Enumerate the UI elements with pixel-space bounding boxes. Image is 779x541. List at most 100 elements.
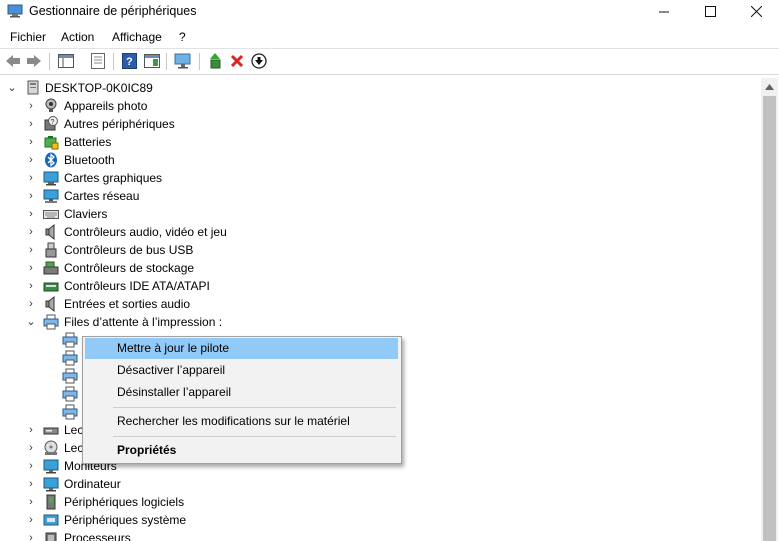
chevron-right-icon[interactable]: › (26, 169, 36, 187)
monitor-icon (43, 459, 59, 474)
update-driver-button[interactable] (206, 52, 224, 70)
menu-item-label: Mettre à jour le pilote (117, 341, 230, 355)
toolbar-separator (199, 53, 200, 70)
chevron-right-icon[interactable]: › (26, 133, 36, 151)
printer-icon (62, 368, 78, 384)
chevron-right-icon[interactable]: › (26, 115, 36, 133)
menu-help[interactable]: ? (179, 30, 186, 44)
minimize-button[interactable] (641, 0, 687, 22)
battery-icon (44, 136, 59, 150)
computer-monitor-icon (43, 477, 59, 492)
back-arrow-icon (6, 55, 20, 67)
menu-item-uninstall-device[interactable]: Désinstaller l’appareil (85, 382, 398, 403)
menu-fichier[interactable]: Fichier (10, 30, 46, 44)
close-icon (750, 5, 762, 17)
tree-item-peripheriques-logiciels[interactable]: › Périphériques logiciels (0, 493, 300, 511)
device-tree: ⌄ DESKTOP-0K0IC89 › Appareils photo › ? … (0, 78, 760, 541)
tree-item-files-attente-impression[interactable]: ⌄ Files d’attente à l’impression : (0, 313, 300, 331)
unknown-device-icon: ? (44, 116, 58, 131)
tree-item-batteries[interactable]: › Batteries (0, 133, 300, 151)
chevron-right-icon[interactable]: › (26, 295, 36, 313)
properties-button[interactable] (89, 52, 107, 70)
tree-item-processeurs[interactable]: › Processeurs (0, 529, 300, 541)
speaker-icon (45, 224, 55, 240)
chevron-right-icon[interactable]: › (26, 493, 36, 511)
window-title: Gestionnaire de périphériques (29, 4, 197, 18)
menu-item-disable-device[interactable]: Désactiver l’appareil (85, 360, 398, 381)
tree-item-label: Contrôleurs de bus USB (64, 243, 194, 257)
tree-item-label: Appareils photo (64, 99, 148, 113)
chevron-right-icon[interactable]: › (26, 529, 36, 541)
printer-icon (43, 314, 59, 330)
tree-item-bluetooth[interactable]: › Bluetooth (0, 151, 300, 169)
context-menu: Mettre à jour le pilote Désactiver l’app… (82, 336, 402, 464)
chevron-right-icon[interactable]: › (26, 151, 36, 169)
chevron-right-icon[interactable]: › (26, 421, 36, 439)
tree-item-appareils-photo[interactable]: › Appareils photo (0, 97, 300, 115)
tree-item-ordinateur[interactable]: › Ordinateur (0, 475, 300, 493)
chevron-right-icon[interactable]: › (26, 97, 36, 115)
tree-item-cartes-graphiques[interactable]: › Cartes graphiques (0, 169, 300, 187)
tree-item-label: Files d’attente à l’impression : (64, 315, 223, 329)
uninstall-device-button[interactable] (228, 52, 246, 70)
menu-item-properties[interactable]: Propriétés (85, 440, 398, 461)
tree-item-peripheriques-systeme[interactable]: › Périphériques système (0, 511, 300, 529)
maximize-button[interactable] (687, 0, 733, 22)
scan-hardware-button[interactable] (174, 52, 192, 70)
toolbar-separator (49, 53, 50, 70)
toolbar-separator (166, 53, 167, 70)
chevron-right-icon[interactable]: › (26, 439, 36, 457)
tree-item-claviers[interactable]: › Claviers (0, 205, 300, 223)
tree-item-label: Ordinateur (64, 477, 121, 491)
dvd-drive-icon (44, 440, 58, 455)
tree-item-entrees-sorties-audio[interactable]: › Entrées et sorties audio (0, 295, 300, 313)
action-pane-button[interactable] (143, 52, 161, 70)
help-icon: ? (121, 53, 137, 69)
menu-separator (113, 407, 396, 408)
forward-button[interactable] (25, 52, 43, 70)
chevron-down-icon[interactable]: ⌄ (7, 79, 17, 97)
menu-item-update-driver[interactable]: Mettre à jour le pilote (85, 338, 398, 359)
scroll-up-button[interactable] (761, 78, 778, 95)
toolbar-separator (113, 53, 114, 70)
tree-item-controleurs-stockage[interactable]: › Contrôleurs de stockage (0, 259, 300, 277)
chevron-right-icon[interactable]: › (26, 511, 36, 529)
vertical-scrollbar[interactable] (761, 78, 778, 541)
menu-action[interactable]: Action (61, 30, 94, 44)
chevron-right-icon[interactable]: › (26, 259, 36, 277)
printer-icon (62, 386, 78, 402)
menu-item-scan-hardware[interactable]: Rechercher les modifications sur le maté… (85, 411, 398, 432)
tree-item-autres-peripheriques[interactable]: › ? Autres périphériques (0, 115, 300, 133)
processor-icon (45, 532, 57, 541)
tree-item-label: Lec (64, 441, 84, 455)
tree-item-controleurs-usb[interactable]: › Contrôleurs de bus USB (0, 241, 300, 259)
tree-item-label: Autres périphériques (64, 117, 175, 131)
chevron-right-icon[interactable]: › (26, 241, 36, 259)
printer-icon (62, 350, 78, 366)
help-button[interactable]: ? (120, 52, 138, 70)
chevron-right-icon[interactable]: › (26, 223, 36, 241)
chevron-right-icon[interactable]: › (26, 475, 36, 493)
tree-root-node[interactable]: ⌄ DESKTOP-0K0IC89 (0, 79, 300, 97)
close-button[interactable] (733, 0, 779, 22)
tree-item-cartes-reseau[interactable]: › Cartes réseau (0, 187, 300, 205)
printer-icon (62, 404, 78, 420)
console-tree-button[interactable] (57, 52, 75, 70)
tree-item-controleurs-ide[interactable]: › Contrôleurs IDE ATA/ATAPI (0, 277, 300, 295)
scroll-thumb[interactable] (763, 96, 776, 541)
chevron-right-icon[interactable]: › (26, 187, 36, 205)
printer-icon (62, 332, 78, 348)
network-adapter-icon (43, 189, 59, 203)
console-tree-icon (58, 54, 74, 68)
back-button[interactable] (4, 52, 22, 70)
menu-affichage[interactable]: Affichage (112, 30, 162, 44)
svg-text:?: ? (51, 119, 55, 126)
properties-sheet-icon (91, 53, 105, 69)
tree-item-label: Contrôleurs audio, vidéo et jeu (64, 225, 227, 239)
chevron-down-icon[interactable]: ⌄ (26, 313, 36, 331)
chevron-right-icon[interactable]: › (26, 205, 36, 223)
tree-item-controleurs-audio[interactable]: › Contrôleurs audio, vidéo et jeu (0, 223, 300, 241)
chevron-right-icon[interactable]: › (26, 457, 36, 475)
disable-device-button[interactable] (250, 52, 268, 70)
chevron-right-icon[interactable]: › (26, 277, 36, 295)
